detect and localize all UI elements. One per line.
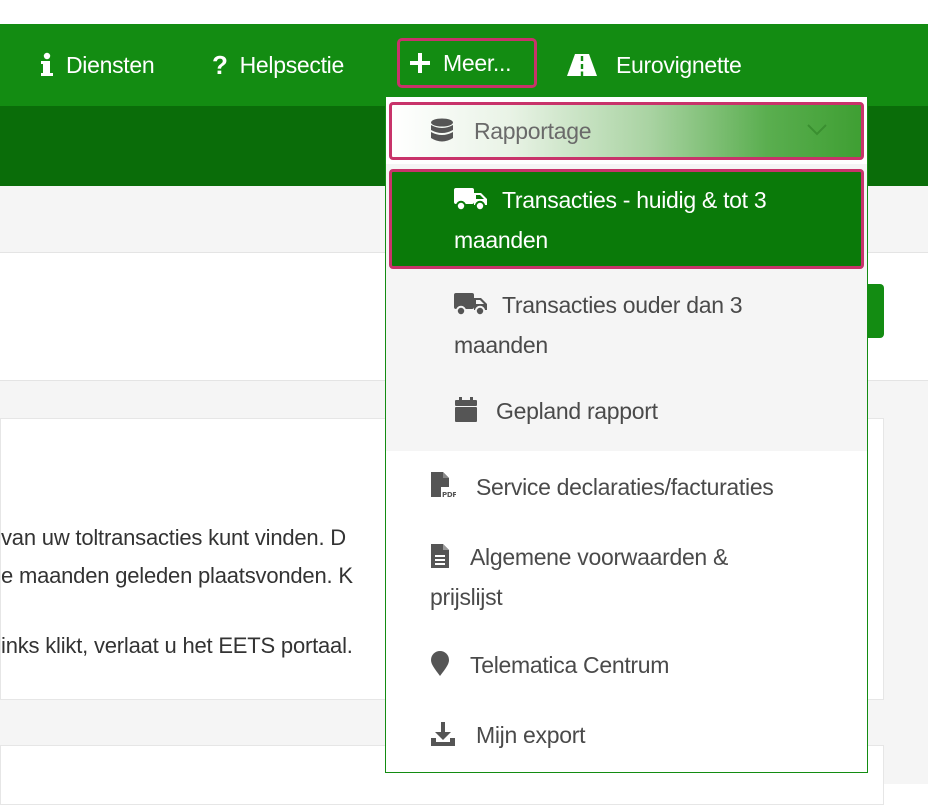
menu-item-mijn-export[interactable]: Mijn export [430, 717, 860, 757]
menu-item-label-continued: maanden [454, 332, 548, 358]
svg-text:PDF: PDF [442, 491, 456, 499]
nav-item-helpsectie[interactable]: ? Helpsectie [212, 24, 344, 106]
menu-item-transacties-huidig[interactable]: Transacties - huidig & tot 3 maanden [389, 169, 864, 269]
plus-icon [409, 52, 431, 74]
nav-item-eurovignette[interactable]: Eurovignette [566, 24, 742, 106]
menu-item-algemene-voorwaarden[interactable]: Algemene voorwaarden & prijslijst [430, 539, 860, 615]
question-icon: ? [212, 50, 228, 80]
menu-item-label: Mijn export [476, 722, 586, 748]
nav-item-meer[interactable]: Meer... [397, 38, 537, 88]
calendar-icon [454, 397, 478, 433]
nav-label: Helpsectie [239, 51, 345, 78]
download-icon [430, 721, 456, 757]
menu-item-label: Telematica Centrum [470, 652, 670, 678]
rapportage-label: Rapportage [474, 117, 592, 144]
truck-icon [454, 291, 488, 327]
chevron-down-icon [807, 123, 827, 141]
menu-item-label-continued: maanden [454, 227, 548, 253]
info-text-line: e maanden geleden plaatsvonden. K [1, 563, 353, 588]
nav-item-diensten[interactable]: Diensten [40, 24, 155, 106]
database-icon [430, 118, 454, 144]
top-navigation-bar: Diensten ? Helpsectie Meer... Eurovignet… [0, 24, 928, 106]
menu-item-gepland-rapport[interactable]: Gepland rapport [454, 393, 854, 433]
menu-item-label: Service declaraties/facturaties [476, 474, 774, 500]
document-icon [430, 543, 450, 579]
action-button-edge[interactable] [866, 284, 884, 338]
menu-item-telematica-centrum[interactable]: Telematica Centrum [430, 647, 860, 687]
nav-label: Meer... [443, 49, 512, 76]
nav-label: Eurovignette [616, 51, 742, 78]
menu-item-label: Transacties - huidig & tot 3 [502, 187, 767, 213]
road-icon [566, 53, 598, 77]
menu-item-transacties-ouder[interactable]: Transacties ouder dan 3 maanden [454, 287, 854, 363]
pdf-file-icon: PDF [430, 471, 458, 509]
map-marker-icon [430, 651, 450, 687]
menu-item-label: Transacties ouder dan 3 [502, 292, 743, 318]
info-text-line: inks klikt, verlaat u het EETS portaal. [1, 633, 353, 658]
rapportage-toggle[interactable]: Rapportage [389, 102, 864, 160]
info-icon [40, 52, 54, 78]
nav-label: Diensten [66, 51, 155, 78]
menu-item-label: Gepland rapport [496, 398, 658, 424]
menu-item-label: Algemene voorwaarden & [470, 544, 729, 570]
menu-item-label-continued: prijslijst [430, 584, 503, 610]
truck-icon [454, 186, 488, 222]
info-text-line: van uw toltransacties kunt vinden. D [1, 525, 346, 550]
menu-item-service-declaraties[interactable]: PDF Service declaraties/facturaties [430, 469, 860, 509]
